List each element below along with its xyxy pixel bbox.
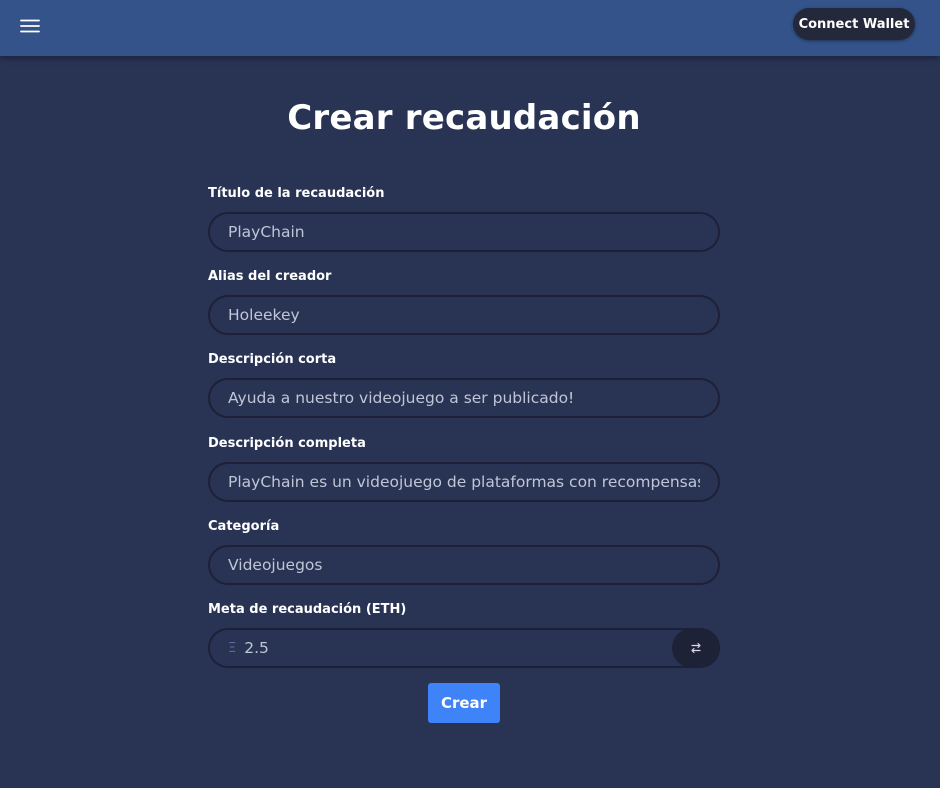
short-description-input[interactable]: Ayuda a nuestro videojuego a ser publica… [208, 378, 720, 418]
full-description-field-label: Descripción completa [208, 436, 366, 451]
category-input[interactable]: Videojuegos [208, 545, 720, 585]
full-description-input[interactable]: PlayChain es un videojuego de plataforma… [208, 462, 720, 502]
goal-field-label: Meta de recaudación (ETH) [208, 602, 407, 617]
goal-eth-input-value: 2.5 [244, 639, 269, 657]
title-input-value: PlayChain [228, 223, 305, 241]
swap-arrows-icon [691, 642, 701, 654]
goal-eth-input[interactable]: Ξ 2.5 [208, 628, 720, 668]
creator-alias-field-label: Alias del creador [208, 269, 332, 284]
title-input[interactable]: PlayChain [208, 212, 720, 252]
top-navigation-bar: Connect Wallet [0, 0, 940, 56]
hamburger-menu-icon[interactable] [18, 14, 42, 38]
short-description-field-label: Descripción corta [208, 352, 337, 367]
title-field-label: Título de la recaudación [208, 186, 385, 201]
short-description-input-value: Ayuda a nuestro videojuego a ser publica… [228, 389, 575, 407]
eth-currency-symbol: Ξ [228, 640, 237, 656]
connect-wallet-button[interactable]: Connect Wallet [793, 8, 915, 40]
creator-alias-input-value: Holeekey [228, 306, 300, 324]
page-title: Crear recaudación [287, 98, 641, 138]
create-submit-button[interactable]: Crear [428, 683, 500, 723]
category-input-value: Videojuegos [228, 556, 323, 574]
creator-alias-input[interactable]: Holeekey [208, 295, 720, 335]
category-field-label: Categoría [208, 519, 280, 534]
full-description-input-value: PlayChain es un videojuego de plataforma… [228, 473, 700, 491]
currency-swap-button[interactable] [672, 630, 718, 666]
